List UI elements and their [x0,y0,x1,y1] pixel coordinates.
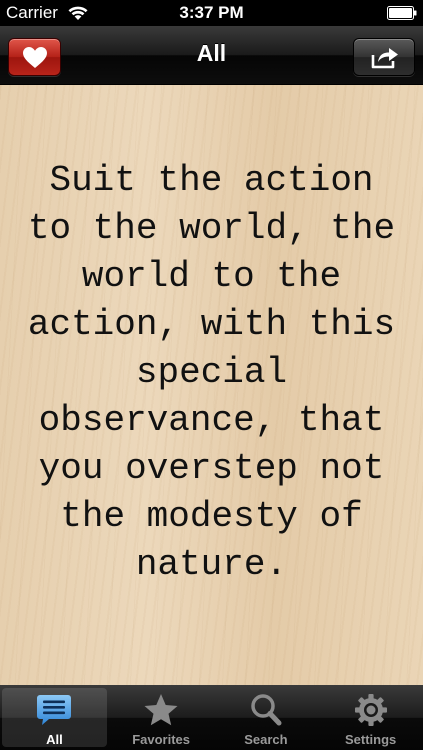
tab-label-favorites: Favorites [132,732,191,747]
tab-all[interactable]: All [2,688,107,747]
tab-favorites[interactable]: Favorites [109,685,214,750]
tab-bar: All Favorites Search Settings [0,685,423,750]
quote-text: Suit the action to the world, the world … [27,160,396,585]
app-screen: Carrier 3:37 PM All Suit the action to t… [0,0,423,750]
navigation-bar: All [0,26,423,85]
tab-label-search: Search [244,732,288,747]
battery-icon [387,6,417,20]
tab-search[interactable]: Search [214,685,319,750]
quote-panel[interactable]: Suit the action to the world, the world … [0,85,423,685]
tab-label-all: All [46,732,63,747]
tab-settings[interactable]: Settings [318,685,423,750]
gear-icon [354,694,387,726]
speech-bubble-icon [37,695,72,725]
share-button[interactable] [353,38,415,76]
tab-label-settings: Settings [344,732,397,747]
status-time: 3:37 PM [179,3,244,22]
star-icon [144,694,178,726]
share-icon [371,48,398,69]
status-bar: Carrier 3:37 PM [0,0,423,26]
search-icon [251,694,282,726]
